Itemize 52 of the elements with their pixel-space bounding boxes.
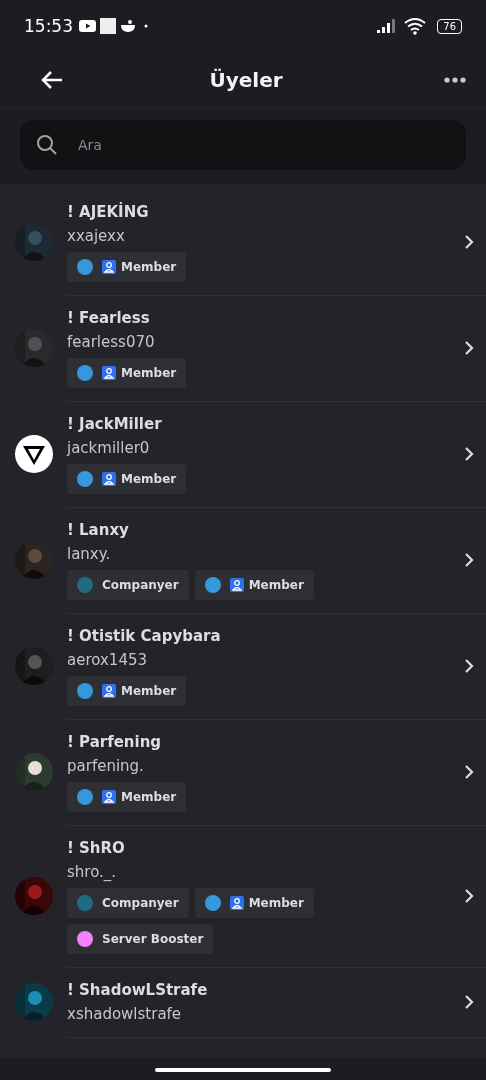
battery-level: 76 [437,18,462,34]
member-name[interactable]: ! ShRO [67,838,450,858]
square-icon [100,18,116,34]
member-name[interactable]: ! ShadowLStrafe [67,980,450,1000]
member-username: aerox1453 [67,650,149,670]
role-label: Member [121,366,177,380]
member-username: parfening. [67,756,145,776]
member-username: xshadowlstrafe [67,1004,183,1024]
member-name[interactable]: ! Fearless [67,308,450,328]
chevron-right-icon[interactable] [464,340,474,356]
role-label: Member [121,472,177,486]
search-icon [36,134,58,156]
person-badge-icon [229,896,244,910]
role-label: Member [121,684,177,698]
person-badge-icon [102,472,116,486]
avatar-logo-icon [15,435,53,473]
member-name[interactable]: ! JackMiller [67,414,450,434]
person-badge-icon [229,578,244,592]
wifi-icon [403,17,428,35]
person-badge-icon [102,260,116,274]
chevron-right-icon[interactable] [464,888,474,904]
role-label: Member [248,896,304,910]
search-field[interactable]: Ara [20,120,466,170]
video-app-icon [79,20,96,32]
chevron-right-icon[interactable] [464,658,474,674]
person-badge-icon [102,366,116,380]
chevron-right-icon[interactable] [464,764,474,780]
chevron-right-icon[interactable] [464,994,474,1010]
role-label: Companyer [102,896,179,910]
role-label: Member [121,260,177,274]
member-username: lanxy. [67,544,112,564]
member-name[interactable]: ! AJEKİNG [67,202,450,222]
member-username: xxajexx [67,226,126,246]
page-title: Üyeler [209,68,283,92]
more-icon[interactable] [444,77,466,83]
member-username: fearless070 [67,332,156,352]
role-label: Member [248,578,304,592]
chevron-right-icon[interactable] [464,552,474,568]
chevron-right-icon[interactable] [464,234,474,250]
member-name[interactable]: ! Otistik Capybara [67,626,450,646]
member-username: jackmiller0 [67,438,151,458]
role-label: Companyer [102,578,179,592]
member-name[interactable]: ! Parfening [67,732,450,752]
person-badge-icon [102,790,116,804]
person-badge-icon [102,684,116,698]
back-arrow-icon[interactable] [40,70,64,90]
member-username: shro._. [67,862,118,882]
member-name[interactable]: ! Lanxy [67,520,450,540]
chevron-right-icon[interactable] [464,446,474,462]
clock: 15:53 [24,16,73,36]
role-label: Server Booster [102,932,204,946]
role-label: Member [121,790,177,804]
